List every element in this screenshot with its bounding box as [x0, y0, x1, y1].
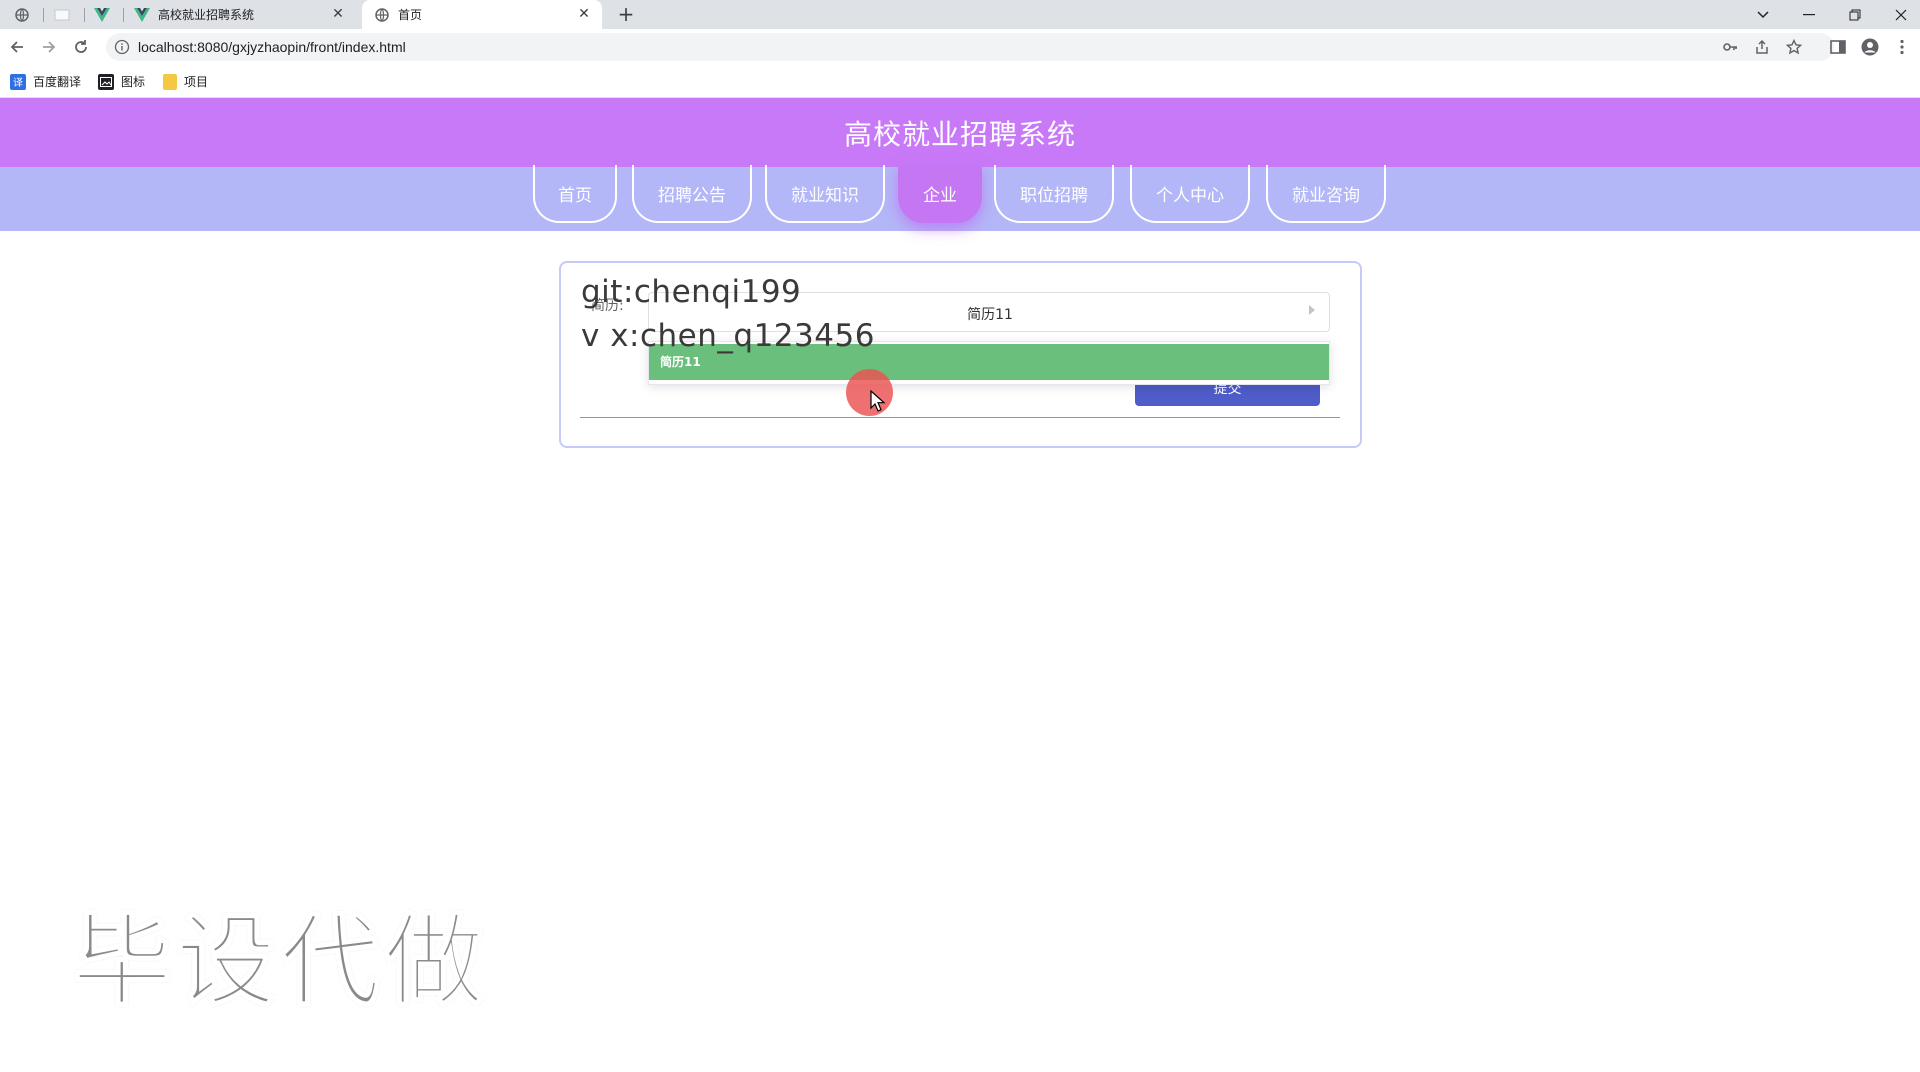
tab-title: 高校就业招聘系统	[158, 8, 255, 22]
nav-item-job-postings[interactable]: 职位招聘	[994, 165, 1114, 223]
watermark-git: git:chenqi199	[581, 274, 802, 310]
browser-tabstrip: 高校就业招聘系统 ✕ 首页 ✕ +	[0, 0, 1920, 29]
watermark-wechat: v x:chen_q123456	[581, 318, 875, 354]
profile-avatar-icon[interactable]	[1861, 38, 1879, 56]
nav-item-home[interactable]: 首页	[533, 165, 617, 223]
bookmark-label: 项目	[184, 75, 209, 89]
back-icon[interactable]	[4, 34, 30, 60]
new-tab-button[interactable]: +	[614, 3, 638, 27]
image-bookmark-icon	[98, 73, 114, 90]
tab-title: 首页	[398, 8, 423, 22]
forward-icon[interactable]	[36, 34, 62, 60]
url-text: localhost:8080/gxjyzhaopin/front/index.h…	[138, 39, 406, 55]
watermark-large: 毕设代做	[71, 902, 488, 1021]
browser-tab-4[interactable]: 高校就业招聘系统 ✕	[134, 0, 356, 29]
bookmark-star-icon[interactable]	[1785, 38, 1803, 55]
key-icon[interactable]	[1722, 39, 1738, 55]
bookmark-icons[interactable]: 图标	[98, 73, 145, 90]
mouse-cursor-icon	[870, 390, 886, 412]
restore-icon[interactable]	[1832, 0, 1878, 29]
bookmark-baidu-translate[interactable]: 译 百度翻译	[10, 73, 81, 90]
bookmark-projects[interactable]: 项目	[163, 73, 208, 90]
caret-icon	[1309, 305, 1315, 315]
main-nav: 首页 招聘公告 就业知识 企业 职位招聘 个人中心 就业咨询	[0, 165, 1920, 231]
nav-item-employment-knowledge[interactable]: 就业知识	[765, 165, 885, 223]
bookmarks-bar: 译 百度翻译 图标 项目	[0, 65, 1920, 98]
tab-search-icon[interactable]	[1740, 0, 1786, 29]
browser-tab-3[interactable]	[94, 0, 120, 29]
browser-tab-1[interactable]	[14, 0, 40, 29]
nav-item-employment-consultation[interactable]: 就业咨询	[1266, 165, 1386, 223]
close-window-icon[interactable]	[1878, 0, 1920, 29]
close-tab-icon[interactable]: ✕	[576, 6, 592, 22]
minimize-icon[interactable]	[1786, 0, 1832, 29]
globe-icon	[374, 7, 390, 23]
blank-tab-icon	[54, 7, 70, 23]
share-icon[interactable]	[1754, 39, 1770, 55]
bookmark-label: 图标	[121, 75, 146, 89]
bookmark-label: 百度翻译	[33, 75, 82, 89]
site-title: 高校就业招聘系统	[843, 117, 1076, 151]
browser-toolbar: localhost:8080/gxjyzhaopin/front/index.h…	[0, 29, 1920, 65]
nav-item-personal-center[interactable]: 个人中心	[1130, 165, 1250, 223]
globe-icon	[14, 7, 30, 23]
site-info-icon[interactable]	[114, 39, 130, 55]
browser-tab-2[interactable]	[54, 0, 80, 29]
browser-tab-active[interactable]: 首页 ✕	[362, 0, 602, 29]
more-menu-icon[interactable]	[1893, 38, 1911, 56]
nav-item-announcements[interactable]: 招聘公告	[632, 165, 752, 223]
folder-icon	[163, 73, 177, 90]
close-tab-icon[interactable]: ✕	[330, 6, 346, 22]
address-bar[interactable]: localhost:8080/gxjyzhaopin/front/index.h…	[106, 33, 1834, 61]
vue-logo-icon	[134, 7, 150, 23]
vue-logo-icon	[94, 7, 110, 23]
site-header: 高校就业招聘系统	[0, 98, 1920, 167]
baidu-translate-icon: 译	[10, 73, 26, 90]
form-divider	[580, 417, 1340, 418]
side-panel-icon[interactable]	[1829, 38, 1847, 56]
reload-icon[interactable]	[68, 34, 94, 60]
nav-item-companies[interactable]: 企业	[898, 165, 982, 223]
